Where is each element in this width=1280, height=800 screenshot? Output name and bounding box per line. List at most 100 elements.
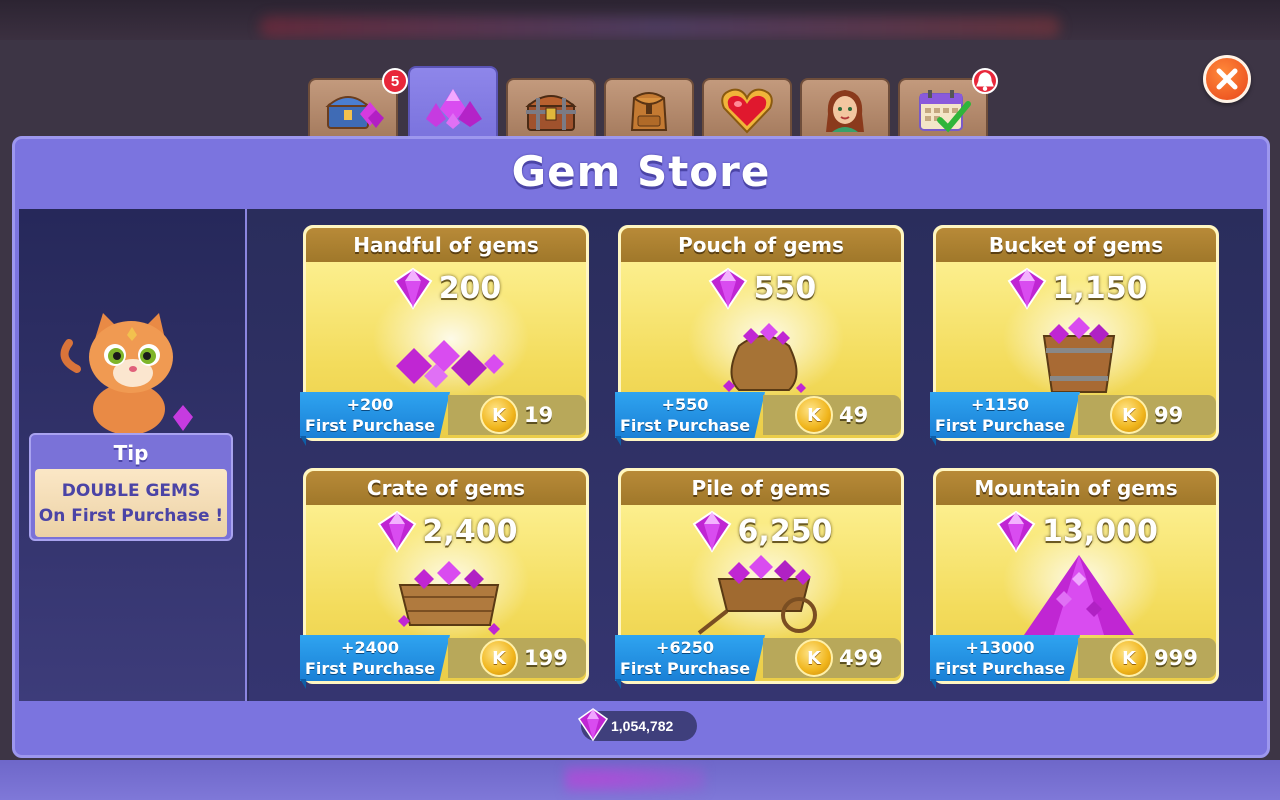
panel-footer: 1,054,782 — [15, 701, 1267, 755]
price-value: 99 — [1154, 403, 1184, 427]
gem-pack-card[interactable]: Crate of gems 2,400 +2400 First Purchase K 19… — [300, 468, 589, 689]
pack-amount-value: 13,000 — [1042, 513, 1158, 549]
price-value: 49 — [839, 403, 869, 427]
pack-name: Pile of gems — [621, 471, 901, 505]
buy-button[interactable]: K 199 — [448, 638, 586, 678]
coin-icon: K — [1110, 639, 1148, 677]
panel-body: Tip DOUBLE GEMS On First Purchase ! Hand… — [19, 209, 1263, 701]
first-purchase-ribbon: +200 First Purchase — [300, 392, 450, 438]
first-purchase-label: First Purchase — [619, 659, 751, 678]
coin-icon: K — [795, 639, 833, 677]
buy-button[interactable]: K 499 — [763, 638, 901, 678]
first-purchase-label: First Purchase — [304, 659, 436, 678]
tip-line-1: DOUBLE GEMS — [61, 481, 201, 501]
gem-pack-card[interactable]: Pile of gems 6,250 +6250 First Purchase K 499 — [615, 468, 904, 689]
tip-title: Tip — [113, 441, 149, 465]
buy-button[interactable]: K 49 — [763, 395, 901, 435]
tab-heart[interactable] — [702, 78, 792, 138]
pack-amount: 1,150 — [936, 266, 1216, 310]
buy-button[interactable]: K 19 — [448, 395, 586, 435]
pack-amount: 200 — [306, 266, 586, 310]
ribbon-tail — [930, 436, 936, 446]
gem-pack-card[interactable]: Handful of gems 200 +200 First Purchase K 19 — [300, 225, 589, 446]
gem-icon — [708, 267, 748, 310]
tip-box: Tip DOUBLE GEMS On First Purchase ! — [29, 433, 233, 541]
character-portrait-icon — [826, 90, 864, 132]
pack-name: Crate of gems — [306, 471, 586, 505]
bonus-amount: +550 — [661, 395, 709, 414]
pack-amount-value: 200 — [438, 270, 502, 306]
bonus-amount: +2400 — [341, 638, 399, 657]
ribbon-tail — [615, 436, 621, 446]
tab-chest[interactable] — [506, 78, 596, 138]
ribbon-tail — [930, 679, 936, 689]
gem-crate-art — [398, 561, 500, 635]
tab-treasure[interactable]: 5 — [308, 68, 408, 138]
bonus-amount: +6250 — [656, 638, 714, 657]
gem-pile-icon — [426, 89, 482, 129]
gem-icon — [1007, 267, 1046, 310]
gem-pack-card[interactable]: Pouch of gems 550 +550 First Purchase K 49 — [615, 225, 904, 446]
gem-icon — [692, 510, 731, 553]
pack-amount-value: 2,400 — [422, 513, 518, 549]
backpack-icon — [630, 92, 668, 131]
gem-icon — [393, 267, 433, 310]
tab-calendar[interactable] — [898, 68, 998, 138]
bell-icon — [976, 72, 994, 91]
first-purchase-ribbon: +13000 First Purchase — [930, 635, 1080, 681]
tip-line-2: On First Purchase ! — [38, 506, 224, 526]
gem-bucket-art — [1042, 317, 1116, 393]
tip-sidebar: Tip DOUBLE GEMS On First Purchase ! — [19, 209, 247, 701]
treasure-gems-icon — [325, 96, 384, 129]
price-value: 499 — [839, 646, 883, 670]
cat-mascot-icon — [60, 313, 193, 435]
gem-balance: 1,054,782 — [577, 708, 697, 742]
first-purchase-label: First Purchase — [304, 416, 436, 435]
pack-name: Mountain of gems — [936, 471, 1216, 505]
notification-badge: 5 — [382, 68, 408, 94]
pack-amount: 6,250 — [621, 509, 901, 553]
coin-icon: K — [480, 639, 518, 677]
first-purchase-label: First Purchase — [934, 659, 1066, 678]
price-value: 999 — [1154, 646, 1198, 670]
price-value: 199 — [524, 646, 568, 670]
calendar-check-icon — [919, 90, 971, 133]
gem-pack-card[interactable]: Mountain of gems 13,000 +13000 First Purcha… — [930, 468, 1219, 689]
tip-body: DOUBLE GEMS On First Purchase ! — [35, 469, 227, 537]
coin-icon: K — [1110, 396, 1148, 434]
gem-pouch-art — [723, 323, 806, 393]
gem-mountain-art — [1024, 555, 1134, 635]
pack-name: Bucket of gems — [936, 228, 1216, 262]
pack-name: Handful of gems — [306, 228, 586, 262]
tab-gem-store[interactable] — [408, 66, 498, 140]
background-bottom-blur — [565, 765, 705, 793]
gem-cart-art — [697, 555, 817, 635]
pack-name: Pouch of gems — [621, 228, 901, 262]
first-purchase-ribbon: +6250 First Purchase — [615, 635, 765, 681]
buy-button[interactable]: K 999 — [1078, 638, 1216, 678]
bonus-amount: +1150 — [971, 395, 1029, 414]
pack-amount-value: 6,250 — [737, 513, 833, 549]
price-value: 19 — [524, 403, 554, 427]
tab-backpack[interactable] — [604, 78, 694, 138]
pack-amount: 2,400 — [306, 509, 586, 553]
pack-grid: Handful of gems 200 +200 First Purchase K 19 P… — [249, 209, 1263, 701]
tab-character[interactable] — [800, 78, 890, 138]
buy-button[interactable]: K 99 — [1078, 395, 1216, 435]
bonus-amount: +200 — [346, 395, 394, 414]
coin-icon: K — [795, 396, 833, 434]
gem-pack-card[interactable]: Bucket of gems 1,150 +1150 First Purchase K 9… — [930, 225, 1219, 446]
gem-icon — [996, 510, 1036, 553]
page-title: Gem Store — [511, 147, 771, 196]
ribbon-tail — [615, 679, 621, 689]
gem-cluster-art — [396, 340, 504, 388]
pack-amount: 13,000 — [936, 509, 1216, 553]
gem-balance-value: 1,054,782 — [611, 718, 674, 734]
heart-icon — [721, 88, 773, 134]
pack-amount-value: 550 — [753, 270, 817, 306]
close-button[interactable] — [1203, 55, 1251, 103]
gem-store-panel: Gem Store Tip DOUBLE GEMS On First Purch… — [12, 136, 1270, 758]
background-blur — [260, 16, 1060, 38]
first-purchase-ribbon: +1150 First Purchase — [930, 392, 1080, 438]
pack-amount-value: 1,150 — [1052, 270, 1148, 306]
